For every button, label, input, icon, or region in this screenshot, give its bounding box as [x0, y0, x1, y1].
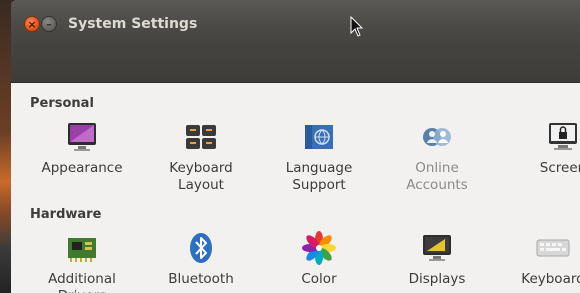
mouse-pointer-icon: [350, 16, 364, 37]
item-additional-drivers[interactable]: Additional Drivers: [27, 231, 137, 293]
displays-icon: [420, 231, 454, 265]
minimize-button[interactable]: –: [41, 16, 57, 32]
bluetooth-icon: [184, 231, 218, 265]
additional-drivers-icon: [65, 231, 99, 265]
color-icon: [302, 231, 336, 265]
item-color[interactable]: Color: [264, 231, 374, 288]
section-title-personal: Personal: [30, 96, 94, 111]
online-accounts-icon: [420, 120, 454, 154]
item-screen[interactable]: Screen: [508, 120, 580, 177]
item-keyboard[interactable]: Keyboard: [498, 231, 580, 288]
item-keyboard-layout[interactable]: Keyboard Layout: [146, 120, 256, 194]
keyboard-layout-icon: [184, 120, 218, 154]
section-title-hardware: Hardware: [30, 207, 102, 222]
item-language-support[interactable]: Language Support: [264, 120, 374, 194]
titlebar: × – System Settings: [11, 0, 580, 48]
item-displays[interactable]: Displays: [382, 231, 492, 288]
close-button[interactable]: ×: [24, 16, 40, 32]
close-icon: ×: [27, 17, 37, 31]
keyboard-icon: [536, 231, 570, 265]
item-online-accounts[interactable]: Online Accounts: [382, 120, 492, 194]
item-appearance[interactable]: Appearance: [27, 120, 137, 177]
toolbar: [11, 48, 580, 118]
appearance-icon: [65, 120, 99, 154]
language-support-icon: [302, 120, 336, 154]
minimize-icon: –: [46, 17, 52, 31]
item-bluetooth[interactable]: Bluetooth: [146, 231, 256, 288]
screen-lock-icon: [546, 120, 580, 154]
window-title: System Settings: [68, 16, 198, 32]
system-settings-window: × – System Settings Personal Appearance: [11, 0, 580, 293]
settings-content: Personal Appearance Keyboard Layout Lang…: [11, 83, 580, 293]
